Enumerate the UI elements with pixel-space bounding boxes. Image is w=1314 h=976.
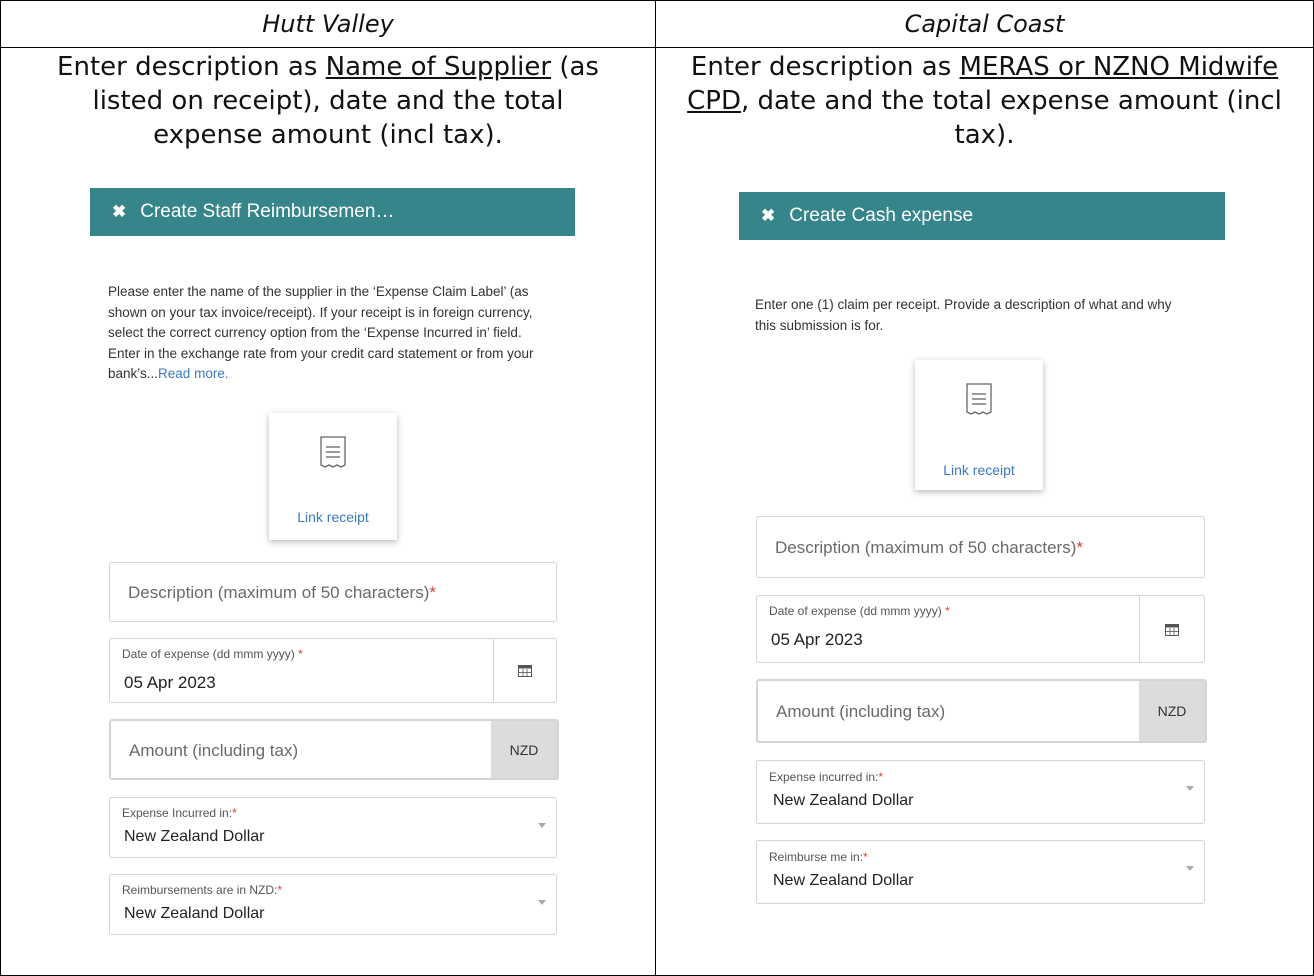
column-header-capital-coast: Capital Coast xyxy=(655,0,1314,48)
chevron-down-icon xyxy=(1186,866,1194,871)
reimbursement-currency-select[interactable]: Reimbursements are in NZD:* New Zealand … xyxy=(109,874,557,935)
chevron-down-icon xyxy=(1186,786,1194,791)
expense-incurred-select[interactable]: Expense Incurred in:* New Zealand Dollar xyxy=(109,797,557,858)
calendar-icon xyxy=(1165,623,1179,636)
instruction-text: Enter description as MERAS or NZNO Midwi… xyxy=(687,52,1282,150)
help-text: Please enter the name of the supplier in… xyxy=(108,284,534,381)
instruction-text: Enter description as Name of Supplier (a… xyxy=(57,52,599,150)
link-receipt-label: Link receipt xyxy=(297,509,369,525)
reimbursement-currency-value: New Zealand Dollar xyxy=(124,905,265,922)
panel-title: Create Cash expense xyxy=(789,205,974,226)
calendar-icon xyxy=(518,665,532,677)
date-value: 05 Apr 2023 xyxy=(771,630,863,649)
help-text: Enter one (1) claim per receipt. Provide… xyxy=(755,297,1172,333)
calendar-button[interactable] xyxy=(1139,596,1204,662)
amount-input[interactable]: Amount (including tax) NZD xyxy=(109,719,559,780)
close-icon[interactable]: ✖ xyxy=(112,202,126,222)
panel-header: ✖ Create Staff Reimbursemen… xyxy=(90,188,575,236)
description-input[interactable]: Description (maximum of 50 characters)* xyxy=(109,562,557,622)
date-of-expense-field[interactable]: Date of expense (dd mmm yyyy) * 05 Apr 2… xyxy=(756,595,1205,663)
chevron-down-icon xyxy=(538,823,546,828)
link-receipt-label: Link receipt xyxy=(943,462,1015,478)
hutt-valley-cell: Enter description as Name of Supplier (a… xyxy=(0,47,656,976)
reimbursement-currency-select[interactable]: Reimburse me in:* New Zealand Dollar xyxy=(756,840,1205,904)
description-input[interactable]: Description (maximum of 50 characters)* xyxy=(756,516,1205,578)
link-receipt-button[interactable]: Link receipt xyxy=(269,413,397,540)
capital-coast-cell: Enter description as MERAS or NZNO Midwi… xyxy=(655,47,1314,976)
date-value: 05 Apr 2023 xyxy=(124,673,216,692)
expense-incurred-value: New Zealand Dollar xyxy=(773,792,914,809)
column-header-hutt-valley: Hutt Valley xyxy=(0,0,656,48)
calendar-button[interactable] xyxy=(493,639,556,702)
panel-header: ✖ Create Cash expense xyxy=(739,192,1225,240)
read-more-link[interactable]: Read more. xyxy=(158,366,229,381)
receipt-icon xyxy=(320,436,346,468)
currency-code: NZD xyxy=(1139,681,1205,741)
expense-incurred-select[interactable]: Expense incurred in:* New Zealand Dollar xyxy=(756,760,1205,824)
comparison-table: Hutt Valley Capital Coast Enter descript… xyxy=(0,0,1314,976)
panel-title: Create Staff Reimbursemen… xyxy=(140,201,395,222)
expense-incurred-value: New Zealand Dollar xyxy=(124,828,265,845)
reimbursement-currency-value: New Zealand Dollar xyxy=(773,872,914,889)
date-of-expense-field[interactable]: Date of expense (dd mmm yyyy) * 05 Apr 2… xyxy=(109,638,557,703)
chevron-down-icon xyxy=(538,900,546,905)
instruction-emphasis: Name of Supplier xyxy=(325,52,552,82)
close-icon[interactable]: ✖ xyxy=(761,206,775,226)
amount-input[interactable]: Amount (including tax) NZD xyxy=(756,679,1207,743)
currency-code: NZD xyxy=(491,721,557,778)
link-receipt-button[interactable]: Link receipt xyxy=(915,360,1043,490)
receipt-icon xyxy=(966,383,992,415)
